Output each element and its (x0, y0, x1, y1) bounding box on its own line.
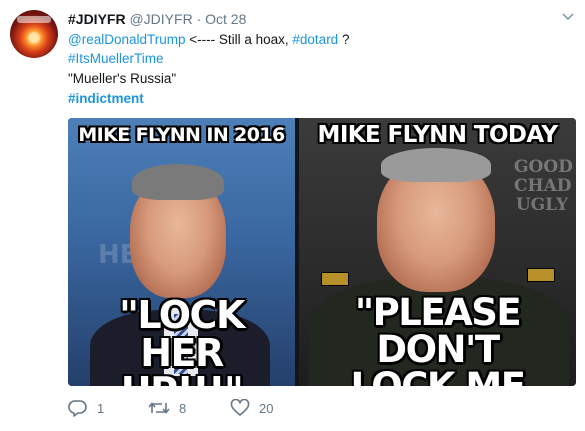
tweet-text-line-1: @realDonaldTrump <---- Still a hoax, #do… (68, 31, 349, 49)
user-handle[interactable]: @JDIYFR (129, 11, 192, 27)
reply-count: 1 (97, 400, 105, 416)
meme-right-panel: GOOD CHAD UGLY MIKE FLYNN TODAY "PLEASE … (299, 118, 576, 386)
watermark-line-1: GOOD (514, 157, 573, 177)
tweet-text-line-4: #indictment (68, 90, 144, 108)
left-bottom-caption: "LOCK HER UP!!!" (72, 296, 291, 386)
reply-button[interactable]: 1 (68, 398, 104, 418)
right-bottom-caption: "PLEASE DON'T LOCK ME UP!" (303, 294, 572, 386)
chevron-down-icon[interactable] (561, 12, 575, 22)
avatar-cap (17, 16, 51, 23)
hair-shape (132, 164, 224, 200)
avatar[interactable] (10, 10, 58, 58)
right-top-caption: MIKE FLYNN TODAY (317, 122, 559, 148)
right-bottom-caption-line-2: LOCK ME UP!" (303, 368, 572, 386)
hashtag-itsmuellertime[interactable]: #ItsMuellerTime (68, 51, 164, 66)
like-button[interactable]: 20 (230, 398, 273, 418)
retweet-button[interactable]: 8 (148, 398, 186, 418)
left-bottom-caption-line-1: "LOCK HER (119, 293, 245, 375)
like-count: 20 (259, 400, 274, 416)
reply-icon (68, 400, 87, 417)
insignia-right (527, 268, 555, 282)
quoted-text: "Mueller's Russia" (68, 71, 177, 86)
meme-left-panel: HE HO MIKE FLYNN IN 2016 "LOCK HER UP!!!… (68, 118, 295, 386)
mention-link[interactable]: @realDonaldTrump (68, 32, 186, 47)
tweet-text-suffix: ? (338, 32, 350, 47)
retweet-icon (148, 402, 170, 414)
watermark-line-3: UGLY (515, 195, 569, 215)
insignia-left (321, 272, 349, 286)
separator-dot: · (196, 11, 202, 27)
tweet[interactable]: #JDIYFR @JDIYFR · Oct 28 @realDonaldTrum… (0, 0, 585, 431)
watermark-logo: GOOD CHAD UGLY (514, 157, 573, 215)
tweet-date[interactable]: Oct 28 (205, 11, 246, 27)
tweet-text-line-2: #ItsMuellerTime (68, 50, 164, 68)
hashtag-dotard[interactable]: #dotard (292, 32, 338, 47)
hashtag-indictment[interactable]: #indictment (68, 91, 144, 106)
left-top-caption: MIKE FLYNN IN 2016 (78, 124, 285, 146)
retweet-count: 8 (179, 400, 187, 416)
display-name[interactable]: #JDIYFR (68, 11, 126, 27)
left-bottom-caption-line-2: UP!!!" (72, 372, 291, 386)
right-bottom-caption-line-1: "PLEASE DON'T (354, 291, 522, 371)
tweet-text: <---- Still a hoax, (185, 32, 293, 47)
hair-shape (381, 148, 491, 182)
tweet-text-line-3: "Mueller's Russia" (68, 70, 176, 88)
tweet-image[interactable]: HE HO MIKE FLYNN IN 2016 "LOCK HER UP!!!… (68, 118, 576, 386)
watermark-line-2: CHAD (514, 176, 572, 196)
heart-icon (230, 399, 250, 416)
tweet-header: #JDIYFR @JDIYFR · Oct 28 (68, 10, 246, 28)
